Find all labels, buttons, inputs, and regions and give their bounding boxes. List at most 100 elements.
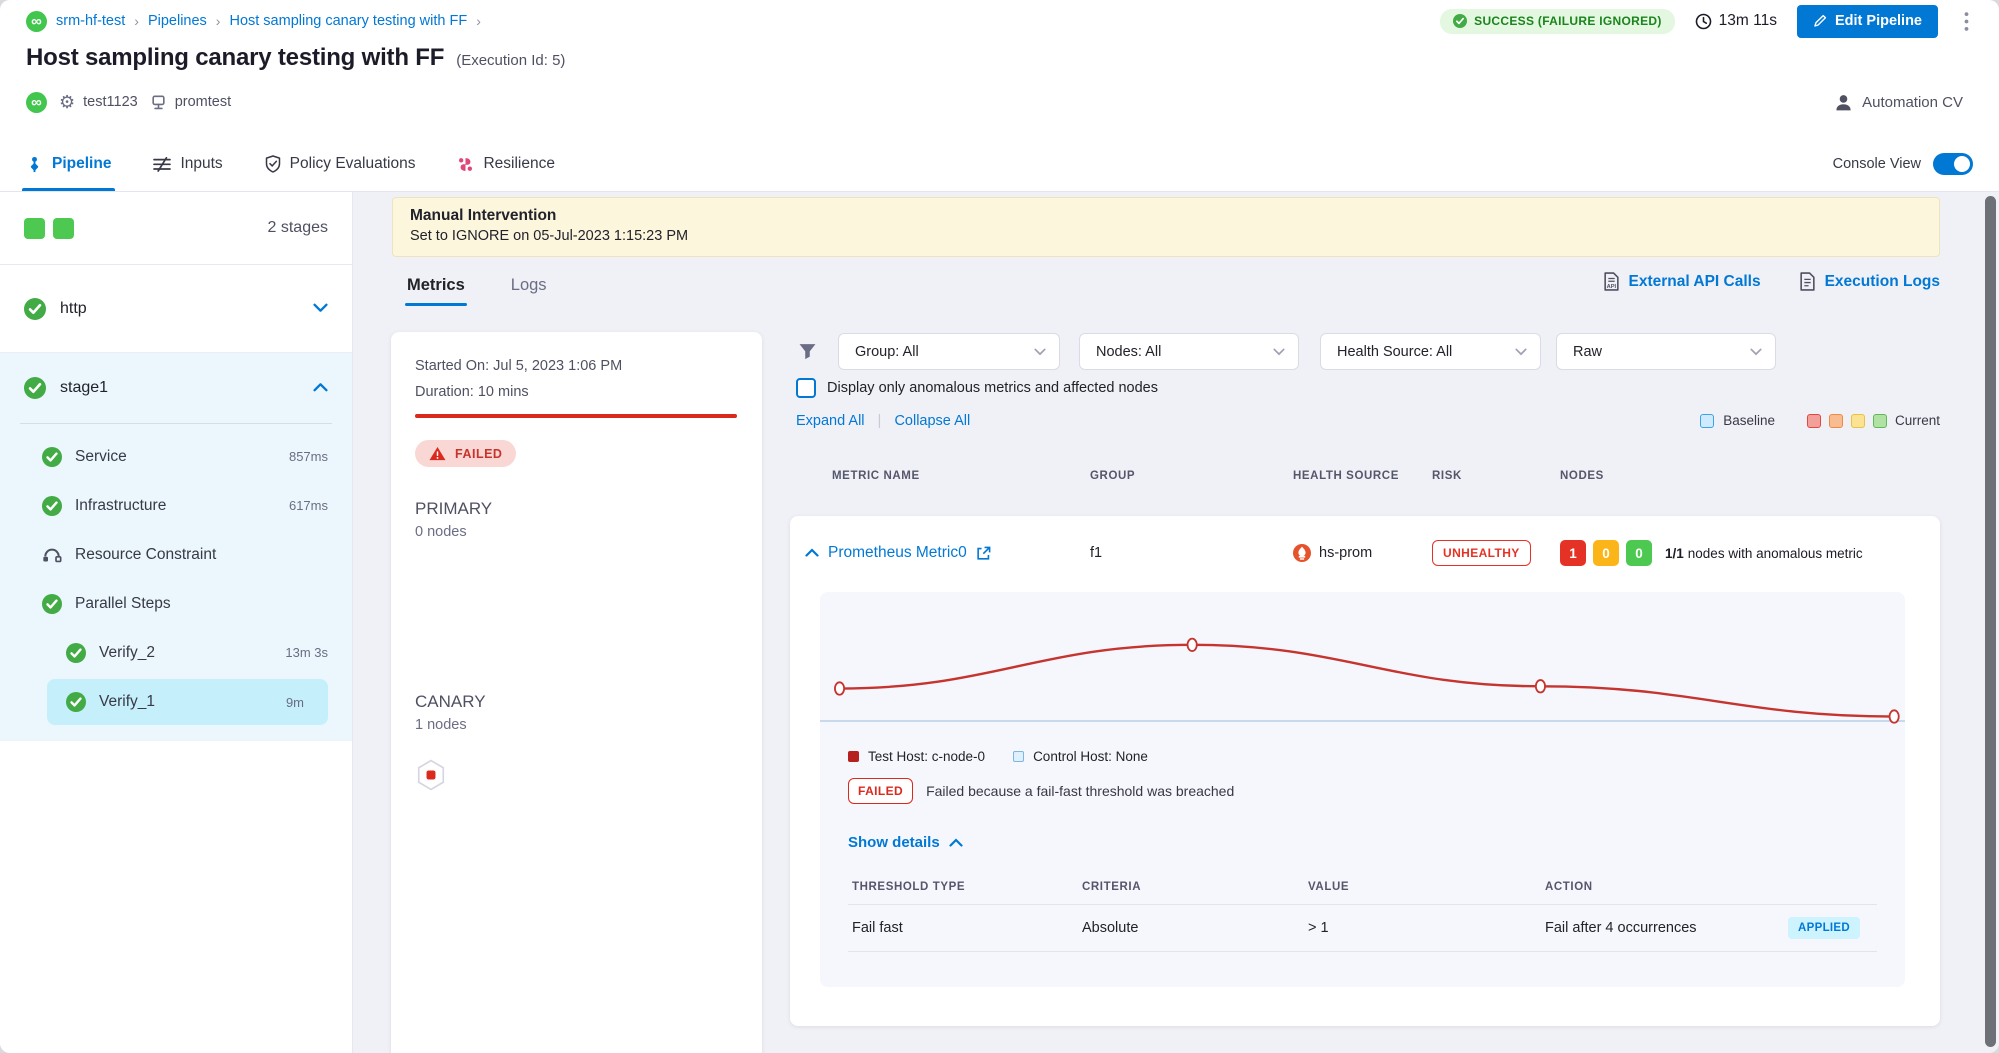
edit-pipeline-button[interactable]: Edit Pipeline bbox=[1797, 5, 1938, 38]
tab-logs[interactable]: Logs bbox=[509, 264, 549, 306]
analysis-failed-badge: FAILED bbox=[848, 778, 913, 804]
column-header-group: GROUP bbox=[1090, 470, 1293, 482]
nodes-filter-dropdown[interactable]: Nodes: All bbox=[1079, 333, 1299, 370]
action-cell: Fail after 4 occurrences APPLIED bbox=[1545, 917, 1877, 939]
toggle-knob bbox=[1954, 156, 1970, 172]
execution-content: Manual Intervention Set to IGNORE on 05-… bbox=[353, 192, 1999, 1053]
pencil-icon bbox=[1813, 14, 1827, 28]
sidebar-step-parallel-steps[interactable]: Parallel Steps bbox=[0, 579, 352, 628]
metric-row[interactable]: Prometheus Metric0 f1 hs-prom UNHEALTHY … bbox=[790, 516, 1940, 590]
sidebar-step-verify1[interactable]: Verify_1 9m bbox=[47, 679, 328, 725]
sidebar-stage1-section: stage1 Service 857ms Infrastructure 617m… bbox=[0, 353, 352, 741]
breadcrumb-pipeline[interactable]: Host sampling canary testing with FF bbox=[229, 13, 467, 29]
primary-group-label: PRIMARY bbox=[415, 499, 738, 519]
status-badge: SUCCESS (FAILURE IGNORED) bbox=[1440, 9, 1675, 34]
execution-meta-row: ∞ ⚙ test1123 promtest Automation CV bbox=[26, 88, 1963, 116]
analysis-reason-row: FAILED Failed because a fail-fast thresh… bbox=[848, 778, 1905, 804]
sidebar-step-service[interactable]: Service 857ms bbox=[0, 432, 352, 481]
success-check-icon bbox=[66, 643, 86, 663]
metric-name-link[interactable]: Prometheus Metric0 bbox=[828, 544, 967, 562]
started-on-label: Started On: Jul 5, 2023 1:06 PM bbox=[415, 358, 738, 374]
svg-text:API: API bbox=[1606, 284, 1616, 290]
banner-title: Manual Intervention bbox=[410, 207, 1922, 225]
view-mode-dropdown[interactable]: Raw bbox=[1556, 333, 1776, 370]
column-header-action: ACTION bbox=[1545, 881, 1877, 893]
metric-table-header: METRIC NAME GROUP HEALTH SOURCE RISK NOD… bbox=[790, 470, 1940, 482]
test-host-swatch bbox=[848, 751, 859, 762]
environment-chip[interactable]: promtest bbox=[150, 94, 231, 111]
sidebar-stage-stage1[interactable]: stage1 bbox=[0, 353, 352, 423]
external-link-icon[interactable] bbox=[976, 546, 991, 561]
column-header-criteria: CRITERIA bbox=[1082, 881, 1308, 893]
health-source-filter-dropdown[interactable]: Health Source: All bbox=[1320, 333, 1541, 370]
sidebar-step-verify2[interactable]: Verify_2 13m 3s bbox=[0, 628, 352, 677]
threshold-table-row: Fail fast Absolute > 1 Fail after 4 occu… bbox=[848, 905, 1877, 951]
duration-label: Duration: 10 mins bbox=[415, 384, 738, 400]
threshold-details-table: THRESHOLD TYPE CRITERIA VALUE ACTION Fai… bbox=[848, 881, 1877, 952]
value-value: > 1 bbox=[1308, 920, 1545, 936]
panel-links: API External API Calls Execution Logs bbox=[1603, 272, 1941, 291]
success-check-icon bbox=[66, 692, 86, 712]
current-swatch-green bbox=[1873, 414, 1887, 428]
chevron-up-icon bbox=[949, 838, 963, 847]
anomalous-filter-row: Display only anomalous metrics and affec… bbox=[796, 378, 1158, 398]
environment-icon bbox=[150, 94, 167, 111]
manual-intervention-banner: Manual Intervention Set to IGNORE on 05-… bbox=[392, 197, 1940, 257]
chevron-down-icon[interactable] bbox=[313, 300, 328, 318]
criteria-value: Absolute bbox=[1082, 920, 1308, 936]
baseline-label: Baseline bbox=[1723, 413, 1775, 428]
execution-logs-link[interactable]: Execution Logs bbox=[1799, 272, 1940, 291]
chevron-up-icon[interactable] bbox=[313, 379, 328, 397]
console-view-toggle[interactable] bbox=[1933, 153, 1973, 175]
tab-metrics[interactable]: Metrics bbox=[405, 264, 467, 306]
breadcrumb-project[interactable]: srm-hf-test bbox=[56, 13, 125, 29]
anomalous-checkbox[interactable] bbox=[796, 378, 816, 398]
gear-icon: ⚙ bbox=[59, 93, 75, 111]
api-document-icon: API bbox=[1603, 272, 1620, 291]
tab-resilience[interactable]: Resilience bbox=[457, 137, 555, 191]
success-check-icon bbox=[42, 594, 62, 614]
control-host-swatch bbox=[1013, 751, 1024, 762]
current-label: Current bbox=[1895, 413, 1940, 428]
tab-policy-evaluations[interactable]: Policy Evaluations bbox=[265, 137, 416, 191]
chevron-up-icon[interactable] bbox=[805, 544, 819, 562]
show-details-toggle[interactable]: Show details bbox=[848, 834, 1905, 851]
tab-pipeline[interactable]: Pipeline bbox=[26, 137, 111, 191]
service-chip[interactable]: ⚙ test1123 bbox=[59, 93, 138, 111]
breadcrumb-pipelines[interactable]: Pipelines bbox=[148, 13, 207, 29]
divider bbox=[20, 423, 332, 424]
sidebar-stage-http[interactable]: http bbox=[0, 265, 352, 353]
sidebar-step-resource-constraint[interactable]: Resource Constraint bbox=[0, 530, 352, 579]
node-risk-counts: 1 0 0 1/1nodes with anomalous metric bbox=[1560, 540, 1940, 566]
tab-inputs[interactable]: Inputs bbox=[153, 137, 222, 191]
logs-document-icon bbox=[1799, 272, 1816, 291]
filter-funnel-icon[interactable] bbox=[798, 342, 817, 361]
sidebar-step-infrastructure[interactable]: Infrastructure 617ms bbox=[0, 481, 352, 530]
page-title: Host sampling canary testing with FF bbox=[26, 44, 444, 72]
primary-node-count: 0 nodes bbox=[415, 524, 738, 540]
breadcrumb-separator: › bbox=[216, 13, 221, 29]
current-swatch-red bbox=[1807, 414, 1821, 428]
metric-row-card: Prometheus Metric0 f1 hs-prom UNHEALTHY … bbox=[790, 516, 1940, 1026]
metric-line-chart[interactable] bbox=[820, 595, 1905, 735]
chevron-down-icon bbox=[1750, 344, 1762, 360]
column-header-metric-name: METRIC NAME bbox=[832, 470, 1090, 482]
console-view-control: Console View bbox=[1833, 153, 1973, 175]
collapse-all-link[interactable]: Collapse All bbox=[894, 413, 970, 429]
baseline-current-legend: Baseline Current bbox=[1700, 413, 1940, 428]
external-api-calls-link[interactable]: API External API Calls bbox=[1603, 272, 1761, 291]
expand-all-link[interactable]: Expand All bbox=[796, 413, 865, 429]
metric-analysis-panel: Test Host: c-node-0 Control Host: None F… bbox=[820, 592, 1905, 987]
pipeline-icon bbox=[26, 156, 43, 173]
more-options-icon[interactable] bbox=[1958, 10, 1975, 33]
success-check-icon bbox=[42, 496, 62, 516]
divider: | bbox=[878, 412, 882, 429]
group-filter-dropdown[interactable]: Group: All bbox=[838, 333, 1060, 370]
canary-node-hexagon[interactable] bbox=[415, 759, 738, 796]
inputs-icon bbox=[153, 157, 171, 172]
vertical-scrollbar[interactable] bbox=[1985, 196, 1996, 1047]
success-check-icon bbox=[24, 298, 46, 320]
chart-legend: Test Host: c-node-0 Control Host: None bbox=[848, 749, 1905, 764]
applied-badge: APPLIED bbox=[1788, 917, 1860, 939]
divider bbox=[848, 951, 1877, 952]
